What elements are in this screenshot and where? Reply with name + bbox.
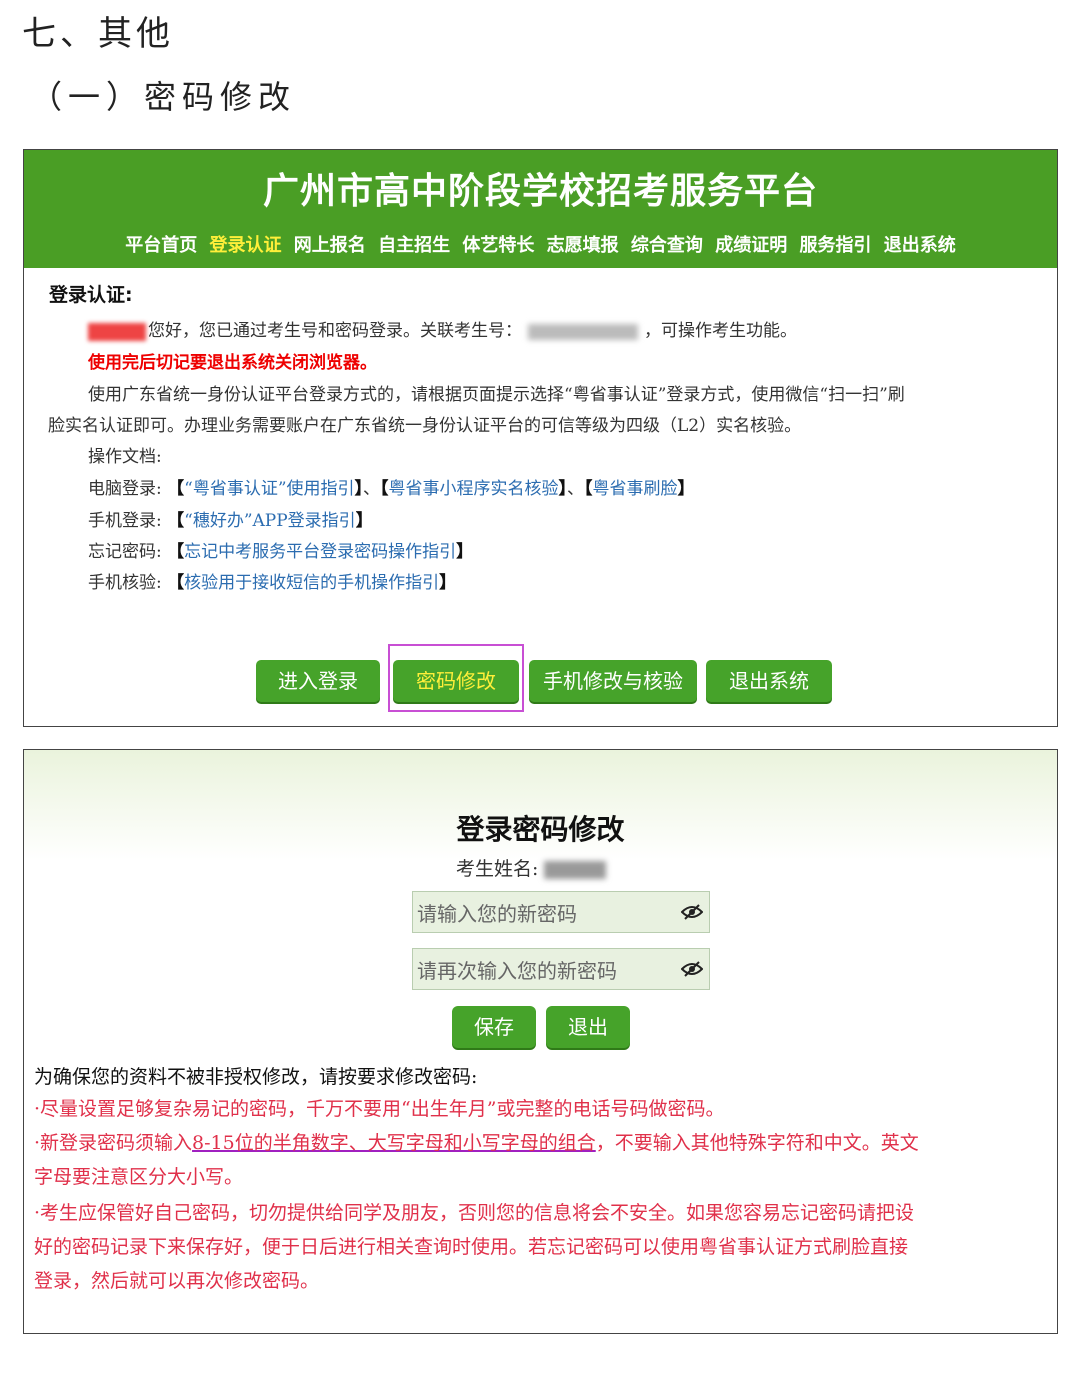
eye-slash-icon[interactable] [681, 904, 703, 920]
notes-title: 为确保您的资料不被非授权修改，请按要求修改密码: [34, 1066, 478, 1088]
link-ysz-guide[interactable]: “粤省事认证”使用指引 [184, 479, 354, 499]
instruction-para-1: 使用广东省统一身份认证平台登录方式的，请根据页面提示选择“粤省事认证”登录方式，… [88, 385, 905, 405]
login-auth-screenshot: 广州市高中阶段学校招考服务平台 平台首页 登录认证 网上报名 自主招生 体艺特长… [23, 149, 1058, 727]
note-3c: 登录，然后就可以再次修改密码。 [34, 1270, 320, 1292]
eye-slash-icon[interactable] [681, 961, 703, 977]
exit-button[interactable]: 退出 [546, 1006, 630, 1048]
new-password-input[interactable]: 请输入您的新密码 [412, 891, 710, 933]
blurred-student-name [544, 861, 607, 879]
phone-verify-row: 手机核验: 【核验用于接收短信的手机操作指引】 [88, 573, 457, 593]
enter-login-button[interactable]: 进入登录 [256, 660, 380, 702]
blurred-student-id [528, 323, 638, 340]
nav-service-guide[interactable]: 服务指引 [799, 235, 871, 256]
exit-system-button[interactable]: 退出系统 [706, 660, 832, 702]
blurred-student-name [88, 322, 146, 341]
mobile-login-row: 手机登录: 【“穗好办”APP登录指引】 [88, 511, 373, 531]
nav-score-certificate[interactable]: 成绩证明 [715, 235, 787, 256]
forgot-pw-row: 忘记密码: 【忘记中考服务平台登录密码操作指引】 [88, 542, 474, 562]
confirm-password-input[interactable]: 请再次输入您的新密码 [412, 948, 710, 990]
note-3a: ·考生应保管好自己密码，切勿提供给同学及朋友，否则您的信息将会不安全。如果您容易… [34, 1202, 915, 1224]
link-shb-app[interactable]: “穗好办”APP登录指引 [184, 511, 356, 531]
nav-online-registration[interactable]: 网上报名 [294, 235, 366, 256]
logout-warning: 使用完后切记要退出系统关闭浏览器。 [88, 353, 377, 373]
doc-heading: 七、其他 [22, 14, 174, 54]
nav-login-auth[interactable]: 登录认证 [210, 235, 282, 256]
nav-arts-sports[interactable]: 体艺特长 [462, 235, 534, 256]
note-1: ·尽量设置足够复杂易记的密码，千万不要用“出生年月”或完整的电话号码做密码。 [34, 1098, 725, 1120]
doc-subheading: （一）密码修改 [30, 78, 297, 116]
nav-home[interactable]: 平台首页 [125, 235, 197, 256]
change-password-title: 登录密码修改 [456, 813, 625, 846]
greeting-line: 您好，您已通过考生号和密码登录。关联考生号： ，可操作考生功能。 [88, 316, 797, 341]
nav-query[interactable]: 综合查询 [631, 235, 703, 256]
link-ysz-miniprogram[interactable]: 粤省事小程序实名核验 [389, 479, 559, 499]
instruction-para-2: 脸实名认证即可。办理业务需要账户在广东省统一身份认证平台的可信等级为四级（L2）… [48, 416, 802, 436]
save-button[interactable]: 保存 [452, 1006, 536, 1048]
note-2-cont: 字母要注意区分大小写。 [34, 1166, 244, 1188]
platform-title: 广州市高中阶段学校招考服务平台 [262, 171, 818, 212]
phone-change-verify-button[interactable]: 手机修改与核验 [529, 660, 697, 702]
nav-application-filling[interactable]: 志愿填报 [547, 235, 619, 256]
nav-logout[interactable]: 退出系统 [884, 235, 956, 256]
note-3b: 好的密码记录下来保存好，便于日后进行相关查询时使用。若忘记密码可以使用粤省事认证… [34, 1236, 909, 1258]
link-forgot-password[interactable]: 忘记中考服务平台登录密码操作指引 [184, 542, 456, 562]
nav-independent-enrollment[interactable]: 自主招生 [378, 235, 450, 256]
change-password-screenshot: 登录密码修改 考生姓名: 请输入您的新密码 请再次输入您的新密码 保存 退出 为… [23, 749, 1058, 1334]
note-2: ·新登录密码须输入8-15位的半角数字、大写字母和小写字母的组合，不要输入其他特… [34, 1132, 919, 1154]
main-nav: 平台首页 登录认证 网上报名 自主招生 体艺特长 志愿填报 综合查询 成绩证明 … [24, 231, 1057, 257]
link-ysz-face[interactable]: 粤省事刷脸 [593, 479, 678, 499]
password-rule-emphasis: 8-15位的半角数字、大写字母和小写字母的组合 [192, 1132, 596, 1154]
student-name-row: 考生姓名: [456, 854, 607, 881]
link-phone-verify[interactable]: 核验用于接收短信的手机操作指引 [184, 573, 439, 593]
platform-header: 广州市高中阶段学校招考服务平台 平台首页 登录认证 网上报名 自主招生 体艺特长… [24, 150, 1057, 268]
change-password-highlight [388, 644, 524, 712]
section-title: 登录认证: [49, 284, 133, 306]
docs-label: 操作文档: [88, 447, 162, 467]
pc-login-row: 电脑登录: 【“粤省事认证”使用指引】、【粤省事小程序实名核验】、【粤省事刷脸】 [88, 479, 695, 499]
